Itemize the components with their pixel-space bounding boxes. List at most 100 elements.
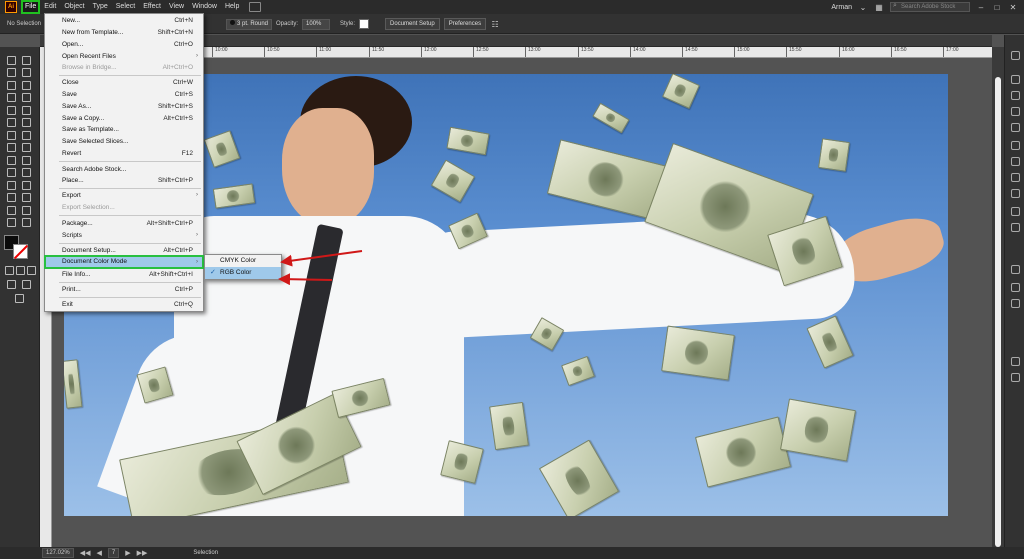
direct-selection-tool-icon[interactable] — [21, 55, 31, 65]
stock-search-input[interactable]: Search Adobe Stock — [890, 2, 970, 12]
menu-item-save-a-copy[interactable]: Save a Copy... Alt+Ctrl+S — [45, 113, 203, 124]
menu-item-save-as-template[interactable]: Save as Template... — [45, 124, 203, 135]
paintbrush-icon[interactable] — [21, 105, 31, 115]
close-icon[interactable]: ✕ — [1008, 3, 1018, 12]
menu-item-scripts[interactable]: Scripts › — [45, 230, 203, 241]
menu-item-package[interactable]: Package... Alt+Shift+Ctrl+P — [45, 218, 203, 229]
align-panel-icon[interactable] — [1011, 357, 1020, 366]
shape-builder-icon[interactable] — [6, 155, 16, 165]
minimize-icon[interactable]: – — [976, 3, 986, 12]
type-tool-icon[interactable] — [6, 92, 16, 102]
gradient-mode-icon[interactable] — [15, 265, 25, 275]
menu-select[interactable]: Select — [112, 0, 139, 14]
brushes-panel-icon[interactable] — [1011, 107, 1020, 116]
menu-item-save[interactable]: Save Ctrl+S — [45, 89, 203, 100]
menu-effect[interactable]: Effect — [139, 0, 165, 14]
color-panel-icon[interactable] — [1011, 75, 1020, 84]
workspace-icon[interactable]: ▦ — [874, 3, 884, 12]
menu-item-export[interactable]: Export › — [45, 190, 203, 201]
menu-item-place[interactable]: Place... Shift+Ctrl+P — [45, 175, 203, 186]
gradient-panel-icon[interactable] — [1011, 157, 1020, 166]
edit-toolbar-icon[interactable] — [14, 293, 24, 303]
menu-object[interactable]: Object — [60, 0, 88, 14]
screen-mode-icon[interactable] — [21, 279, 31, 289]
preferences-button[interactable]: Preferences — [443, 18, 487, 30]
zoom-tool-icon[interactable] — [21, 217, 31, 227]
lasso-icon[interactable] — [21, 67, 31, 77]
arrange-icon[interactable]: ☷ — [490, 20, 500, 29]
appearance-panel-icon[interactable] — [1011, 189, 1020, 198]
gradient-tool-icon[interactable] — [21, 167, 31, 177]
stroke-color-swatch[interactable] — [13, 244, 28, 259]
menu-view[interactable]: View — [165, 0, 188, 14]
layers-panel-icon[interactable] — [1011, 223, 1020, 232]
menu-item-new-from-template[interactable]: New from Template... Shift+Ctrl+N — [45, 27, 203, 38]
mesh-tool-icon[interactable] — [6, 167, 16, 177]
menu-item-close[interactable]: Close Ctrl+W — [45, 77, 203, 88]
menu-item-document-color-mode[interactable]: Document Color Mode › — [44, 255, 204, 269]
draw-mode-icon[interactable] — [6, 279, 16, 289]
prev-artboard-icon[interactable]: ◀ — [96, 549, 101, 557]
last-artboard-icon[interactable]: ▶▶ — [137, 549, 148, 557]
vertical-scrollbar[interactable] — [992, 47, 1004, 547]
chevron-down-icon[interactable]: ⌄ — [858, 3, 868, 12]
menu-type[interactable]: Type — [89, 0, 112, 14]
column-graph-icon[interactable] — [21, 192, 31, 202]
maximize-icon[interactable]: □ — [992, 3, 1002, 12]
document-setup-button[interactable]: Document Setup — [385, 18, 440, 30]
menu-item-exit[interactable]: Exit Ctrl+Q — [45, 299, 203, 310]
scroll-thumb[interactable] — [995, 77, 1001, 547]
menu-item-open[interactable]: Open... Ctrl+O — [45, 39, 203, 50]
menu-item-print[interactable]: Print... Ctrl+P — [45, 284, 203, 295]
shaper-tool-icon[interactable] — [6, 117, 16, 127]
opacity-input[interactable]: 100% — [302, 18, 331, 30]
user-name[interactable]: Arman — [831, 4, 852, 11]
menu-item-search-adobe-stock[interactable]: Search Adobe Stock... — [45, 164, 203, 175]
artboard-number-input[interactable]: 7 — [107, 548, 120, 558]
pathfinder-panel-icon[interactable] — [1011, 373, 1020, 382]
pen-tool-icon[interactable] — [6, 80, 16, 90]
character-panel-icon[interactable] — [1011, 265, 1020, 274]
menu-item-save-selected-slices[interactable]: Save Selected Slices... — [45, 136, 203, 147]
swatches-panel-icon[interactable] — [1011, 91, 1020, 100]
magic-wand-icon[interactable] — [6, 67, 16, 77]
paragraph-panel-icon[interactable] — [1011, 283, 1020, 292]
symbols-panel-icon[interactable] — [1011, 123, 1020, 132]
color-mode-icon[interactable] — [4, 265, 14, 275]
arrange-documents-icon[interactable] — [249, 2, 262, 12]
menu-edit[interactable]: Edit — [40, 0, 60, 14]
brush-definition-dropdown[interactable]: 3 pt. Round — [226, 18, 272, 30]
menu-item-document-setup[interactable]: Document Setup... Alt+Ctrl+P — [45, 245, 203, 256]
next-artboard-icon[interactable]: ▶ — [125, 549, 130, 557]
properties-panel-icon[interactable] — [1011, 51, 1020, 60]
zoom-level-input[interactable]: 127.02% — [42, 548, 74, 558]
eraser-icon[interactable] — [21, 117, 31, 127]
curvature-tool-icon[interactable] — [21, 80, 31, 90]
rectangle-tool-icon[interactable] — [6, 105, 16, 115]
hand-tool-icon[interactable] — [6, 217, 16, 227]
free-transform-icon[interactable] — [21, 142, 31, 152]
menu-window[interactable]: Window — [188, 0, 221, 14]
graphic-styles-icon[interactable] — [1011, 207, 1020, 216]
menu-item-new[interactable]: New... Ctrl+N — [45, 15, 203, 26]
symbol-sprayer-icon[interactable] — [6, 192, 16, 202]
menu-help[interactable]: Help — [221, 0, 243, 14]
perspective-grid-icon[interactable] — [21, 155, 31, 165]
first-artboard-icon[interactable]: ◀◀ — [80, 549, 91, 557]
menu-item-file-info[interactable]: File Info... Alt+Shift+Ctrl+I — [45, 269, 203, 280]
eyedropper-icon[interactable] — [6, 180, 16, 190]
rotate-tool-icon[interactable] — [6, 130, 16, 140]
opentype-panel-icon[interactable] — [1011, 299, 1020, 308]
artboard-tool-icon[interactable] — [6, 205, 16, 215]
menu-item-open-recent[interactable]: Open Recent Files › — [45, 51, 203, 62]
stroke-panel-icon[interactable] — [1011, 141, 1020, 150]
menu-item-revert[interactable]: Revert F12 — [45, 148, 203, 159]
menu-item-save-as[interactable]: Save As... Shift+Ctrl+S — [45, 101, 203, 112]
selection-tool-icon[interactable] — [6, 55, 16, 65]
slice-tool-icon[interactable] — [21, 205, 31, 215]
blend-tool-icon[interactable] — [21, 180, 31, 190]
none-mode-icon[interactable] — [26, 265, 36, 275]
transparency-panel-icon[interactable] — [1011, 173, 1020, 182]
menu-file[interactable]: File — [21, 0, 41, 14]
line-tool-icon[interactable] — [21, 92, 31, 102]
